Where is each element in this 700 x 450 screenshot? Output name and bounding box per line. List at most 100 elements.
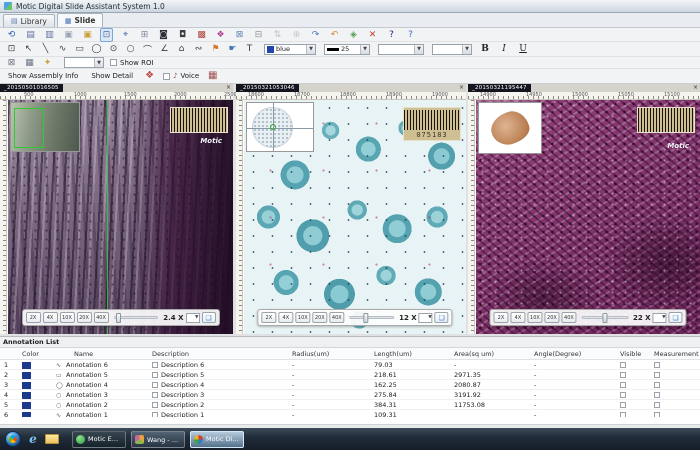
zoom-slider-handle[interactable] <box>363 313 368 323</box>
taskbar-window-button[interactable]: Wang - 网页 <box>131 431 185 448</box>
close-panel-icon[interactable]: × <box>693 84 698 92</box>
snapshot-button[interactable]: ❏ <box>202 312 216 323</box>
internet-explorer-icon[interactable]: e <box>26 432 40 446</box>
tab[interactable]: ▤ Library <box>3 14 55 27</box>
visible-checkbox[interactable] <box>620 382 626 388</box>
bold-button[interactable]: B <box>479 44 491 54</box>
measurement-checkbox[interactable] <box>654 412 660 417</box>
fit-view-icon[interactable]: ⊠ <box>5 57 18 69</box>
snapshot-button[interactable]: ❏ <box>669 312 683 323</box>
overview-thumbnail[interactable] <box>478 102 542 154</box>
zoom-preset-button[interactable]: 4X <box>278 312 293 323</box>
measurement-checkbox[interactable] <box>654 372 660 378</box>
underline-button[interactable]: U <box>517 44 529 54</box>
zoom-preset-button[interactable]: 2X <box>261 312 276 323</box>
close-panel-icon[interactable]: × <box>226 84 231 92</box>
rectangle-tool-icon[interactable]: ▭ <box>73 44 86 54</box>
italic-button[interactable]: I <box>498 44 510 54</box>
annotation-row[interactable]: 4 ○Annotation 3 Description 3 - 275.84 3… <box>0 390 700 400</box>
polyline-tool-icon[interactable]: ∿ <box>56 44 69 54</box>
slide-image-tumor[interactable]: Motic 2X4X10X20X40X 22 X ▼ ❏ <box>476 100 700 334</box>
visible-checkbox[interactable] <box>620 402 626 408</box>
zoom-mode-select[interactable]: ▼ <box>186 313 200 323</box>
save-icon[interactable]: ▤ <box>24 29 37 41</box>
circle-center-tool-icon[interactable]: ⊙ <box>107 44 120 54</box>
scale-select[interactable]: ▼ <box>64 57 104 68</box>
zoom-preset-button[interactable]: 40X <box>329 312 344 323</box>
taskbar-window-button[interactable]: Motic Digital Sl... <box>190 431 244 448</box>
annotation-row[interactable]: 1 ∿Annotation 6 Description 6 - 79.03 - … <box>0 360 700 370</box>
zoom-preset-button[interactable]: 4X <box>43 312 58 323</box>
area-select-icon[interactable]: ⊡ <box>5 44 18 54</box>
polygon-tool-icon[interactable]: ⌂ <box>175 44 188 54</box>
undo-icon[interactable]: ⟲ <box>5 29 18 41</box>
measurement-checkbox[interactable] <box>654 392 660 398</box>
hand-tool-icon[interactable]: ☛ <box>226 44 239 54</box>
monitor-view-icon[interactable]: ⊟ <box>252 29 265 41</box>
font-select[interactable]: ▼ <box>378 44 424 55</box>
zoom-region-icon[interactable]: ⌖ <box>119 29 132 41</box>
copy-image-icon[interactable]: ▣ <box>81 29 94 41</box>
zoom-preset-button[interactable]: 10X <box>60 312 75 323</box>
explorer-folder-icon[interactable] <box>45 434 59 444</box>
navigation-rectangle[interactable] <box>14 108 44 148</box>
line-width-select[interactable]: 25 ▼ <box>324 44 370 55</box>
consult-icon[interactable]: ◈ <box>347 29 360 41</box>
help-icon[interactable]: ? <box>385 29 398 41</box>
attach-icon[interactable]: ⊕ <box>290 29 303 41</box>
screen-capture-icon[interactable]: ⊠ <box>233 29 246 41</box>
taskbar-window-button[interactable]: Motic EasyScan <box>72 431 126 448</box>
zoom-preset-button[interactable]: 20X <box>544 312 559 323</box>
overview-thumbnail[interactable] <box>246 102 314 152</box>
zoom-slider-handle[interactable] <box>116 313 121 323</box>
camera-icon[interactable]: ◙ <box>157 29 170 41</box>
navigation-marker[interactable] <box>270 124 276 130</box>
favorite-icon[interactable]: ✦ <box>41 57 54 69</box>
visible-checkbox[interactable] <box>620 362 626 368</box>
about-icon[interactable]: ? <box>404 29 417 41</box>
zoom-window-icon[interactable]: ⊞ <box>138 29 151 41</box>
annotation-row[interactable]: 3 ◯Annotation 4 Description 4 - 162.25 2… <box>0 380 700 390</box>
circle-tool-icon[interactable]: ○ <box>124 44 137 54</box>
freehand-tool-icon[interactable]: ∾ <box>192 44 205 54</box>
slide-image-tissue[interactable]: Motic 2X4X10X20X40X 2.4 X ▼ ❏ <box>8 100 233 334</box>
zoom-preset-button[interactable]: 40X <box>561 312 576 323</box>
pointer-icon[interactable]: ↖ <box>22 44 35 54</box>
record-audio-icon[interactable]: ◘ <box>176 29 189 41</box>
description-checkbox[interactable] <box>152 362 158 368</box>
receive-slide-icon[interactable]: ↶ <box>328 29 341 41</box>
tab[interactable]: ▦ Slide <box>57 13 104 27</box>
copy-icon[interactable]: ▣ <box>62 29 75 41</box>
zoom-preset-button[interactable]: 40X <box>94 312 109 323</box>
visible-checkbox[interactable] <box>620 412 626 417</box>
visible-checkbox[interactable] <box>620 372 626 378</box>
select-region-icon[interactable]: ⊡ <box>100 28 113 42</box>
zoom-preset-button[interactable]: 10X <box>295 312 310 323</box>
zoom-preset-button[interactable]: 2X <box>26 312 41 323</box>
font-size-select[interactable]: ▼ <box>432 44 472 55</box>
ellipse-tool-icon[interactable]: ◯ <box>90 44 103 54</box>
measurement-checkbox[interactable] <box>654 362 660 368</box>
description-checkbox[interactable] <box>152 372 158 378</box>
annotation-line[interactable] <box>107 100 108 334</box>
angle-tool-icon[interactable]: ∠ <box>158 44 171 54</box>
zoom-mode-select[interactable]: ▼ <box>419 313 433 323</box>
description-checkbox[interactable] <box>152 412 158 417</box>
zoom-preset-button[interactable]: 20X <box>312 312 327 323</box>
share-slide-icon[interactable]: ❖ <box>214 29 227 41</box>
overview-thumbnail[interactable] <box>10 102 80 152</box>
pin-tool-icon[interactable]: ⚑ <box>209 44 222 54</box>
start-button[interactable] <box>5 431 21 447</box>
sync-icon[interactable]: ⇅ <box>271 29 284 41</box>
zoom-slider[interactable] <box>581 316 628 319</box>
zoom-slider-handle[interactable] <box>602 313 607 323</box>
description-checkbox[interactable] <box>152 392 158 398</box>
line-tool-icon[interactable]: ╲ <box>39 44 52 54</box>
show-assembly-info-button[interactable]: Show Assembly Info <box>5 71 81 81</box>
zoom-preset-button[interactable]: 2X <box>493 312 508 323</box>
zoom-mode-select[interactable]: ▼ <box>653 313 667 323</box>
description-checkbox[interactable] <box>152 382 158 388</box>
conference-icon[interactable]: ❖ <box>143 70 156 82</box>
send-slide-icon[interactable]: ↷ <box>309 29 322 41</box>
text-tool-icon[interactable]: T <box>243 44 256 54</box>
